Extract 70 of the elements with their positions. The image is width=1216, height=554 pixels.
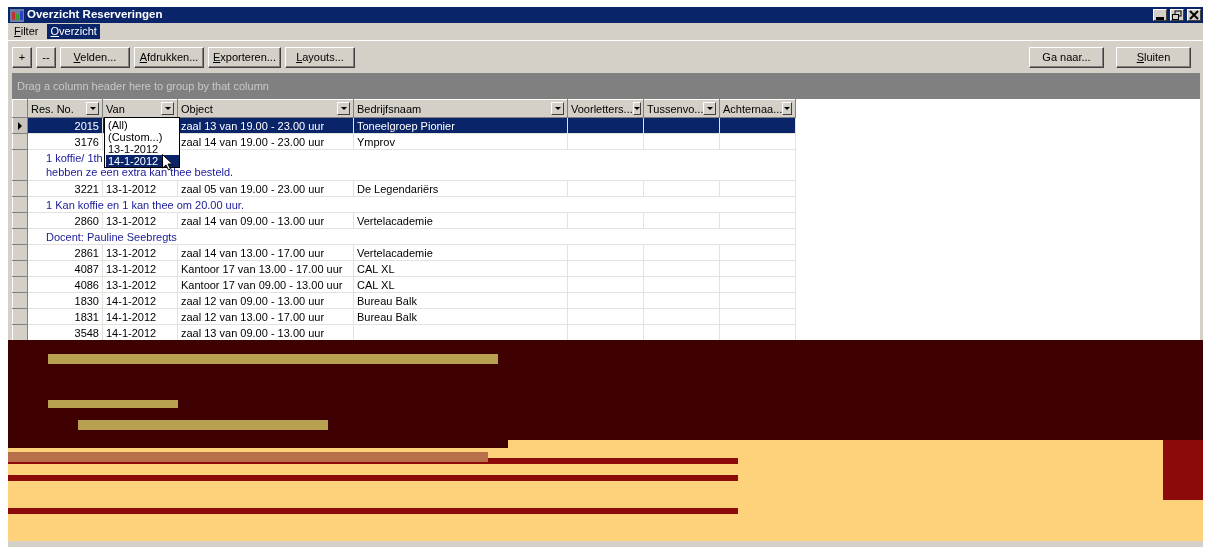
minimize-button[interactable] xyxy=(1153,9,1167,21)
minimize-icon xyxy=(1156,16,1164,20)
column-header[interactable]: Res. No. xyxy=(27,99,103,118)
row-pointer-icon xyxy=(18,121,22,130)
table-cell: 3176 xyxy=(27,133,103,150)
filter-dropdown-button[interactable] xyxy=(551,102,564,115)
toolbar-button[interactable]: Velden... xyxy=(60,46,130,68)
dropdown-option[interactable]: (All) xyxy=(106,119,179,131)
table-cell: 13-1-2012 xyxy=(102,212,178,229)
table-cell: 2860 xyxy=(27,212,103,229)
table-cell: Bureau Balk xyxy=(353,308,568,325)
menu-item[interactable]: Overzicht xyxy=(47,24,100,39)
toolbar-button[interactable]: Layouts... xyxy=(285,46,355,68)
column-header[interactable]: Van xyxy=(102,99,178,118)
table-cell: 1830 xyxy=(27,292,103,309)
table-cell: zaal 14 van 09.00 - 13.00 uur xyxy=(177,212,354,229)
table-cell: 13-1-2012 xyxy=(102,260,178,277)
dropdown-option[interactable]: (Custom...) xyxy=(106,131,179,143)
table-cell: Vertelacademie xyxy=(353,212,568,229)
table-cell: 4087 xyxy=(27,260,103,277)
note-text: 1 Kan koffie en 1 kan thee om 20.00 uur. xyxy=(27,196,796,213)
table-cell: 1831 xyxy=(27,308,103,325)
group-hint: Drag a column header here to group by that column xyxy=(17,78,269,94)
table-cell: Kantoor 17 van 09.00 - 13.00 uur xyxy=(177,276,354,293)
table-cell: zaal 12 van 09.00 - 13.00 uur xyxy=(177,292,354,309)
table-cell: 2861 xyxy=(27,244,103,261)
table-cell: 14-1-2012 xyxy=(102,292,178,309)
table-cell: Bureau Balk xyxy=(353,292,568,309)
table-cell: 14-1-2012 xyxy=(102,308,178,325)
window-title: Overzicht Reserveringen xyxy=(27,7,164,23)
table-cell: Kantoor 17 van 13.00 - 17.00 uur xyxy=(177,260,354,277)
note-text: Docent: Pauline Seebregts xyxy=(27,228,796,245)
column-header[interactable]: Tussenvo... xyxy=(643,99,720,118)
toolbar-button[interactable]: + xyxy=(12,46,32,68)
row-indicator-header xyxy=(12,99,28,118)
table-cell: Ymprov xyxy=(353,133,568,150)
column-header[interactable]: Bedrijfsnaam xyxy=(353,99,568,118)
table-cell: zaal 05 van 19.00 - 23.00 uur xyxy=(177,180,354,197)
table-cell: De Legendariërs xyxy=(353,180,568,197)
app-icon xyxy=(10,8,24,22)
table-cell: 4086 xyxy=(27,276,103,293)
column-header[interactable]: Voorletters... xyxy=(567,99,644,118)
table-cell: zaal 14 van 13.00 - 17.00 uur xyxy=(177,244,354,261)
toolbar-button[interactable]: -- xyxy=(36,46,56,68)
toolbar-button[interactable]: Sluiten xyxy=(1116,46,1191,68)
toolbar-button[interactable]: Afdrukken... xyxy=(134,46,204,68)
column-header[interactable]: Achternaa... xyxy=(719,99,796,118)
filter-dropdown-button[interactable] xyxy=(86,102,99,115)
close-icon xyxy=(1188,10,1200,20)
filter-dropdown-button[interactable] xyxy=(161,102,174,115)
restore-button[interactable] xyxy=(1170,9,1184,21)
table-cell: 13-1-2012 xyxy=(102,180,178,197)
filter-dropdown-button[interactable] xyxy=(703,102,716,115)
table-cell: Vertelacademie xyxy=(353,244,568,261)
table-cell: 13-1-2012 xyxy=(102,276,178,293)
restore-icon xyxy=(1171,10,1183,20)
table-cell: 13-1-2012 xyxy=(102,244,178,261)
table-cell: 3221 xyxy=(27,180,103,197)
toolbar-button[interactable]: Ga naar... xyxy=(1029,46,1104,68)
filter-dropdown-button[interactable] xyxy=(632,102,641,115)
column-header[interactable]: Object xyxy=(177,99,354,118)
table-cell: zaal 12 van 13.00 - 17.00 uur xyxy=(177,308,354,325)
menu-item[interactable]: Filter xyxy=(11,24,42,39)
close-button[interactable] xyxy=(1187,9,1201,21)
table-cell: CAL XL xyxy=(353,260,568,277)
table-cell: CAL XL xyxy=(353,276,568,293)
filter-dropdown-button[interactable] xyxy=(337,102,350,115)
toolbar-button[interactable]: Exporteren... xyxy=(208,46,281,68)
dropdown-option[interactable]: 13-1-2012 xyxy=(106,143,179,155)
filter-dropdown-button[interactable] xyxy=(782,102,792,115)
